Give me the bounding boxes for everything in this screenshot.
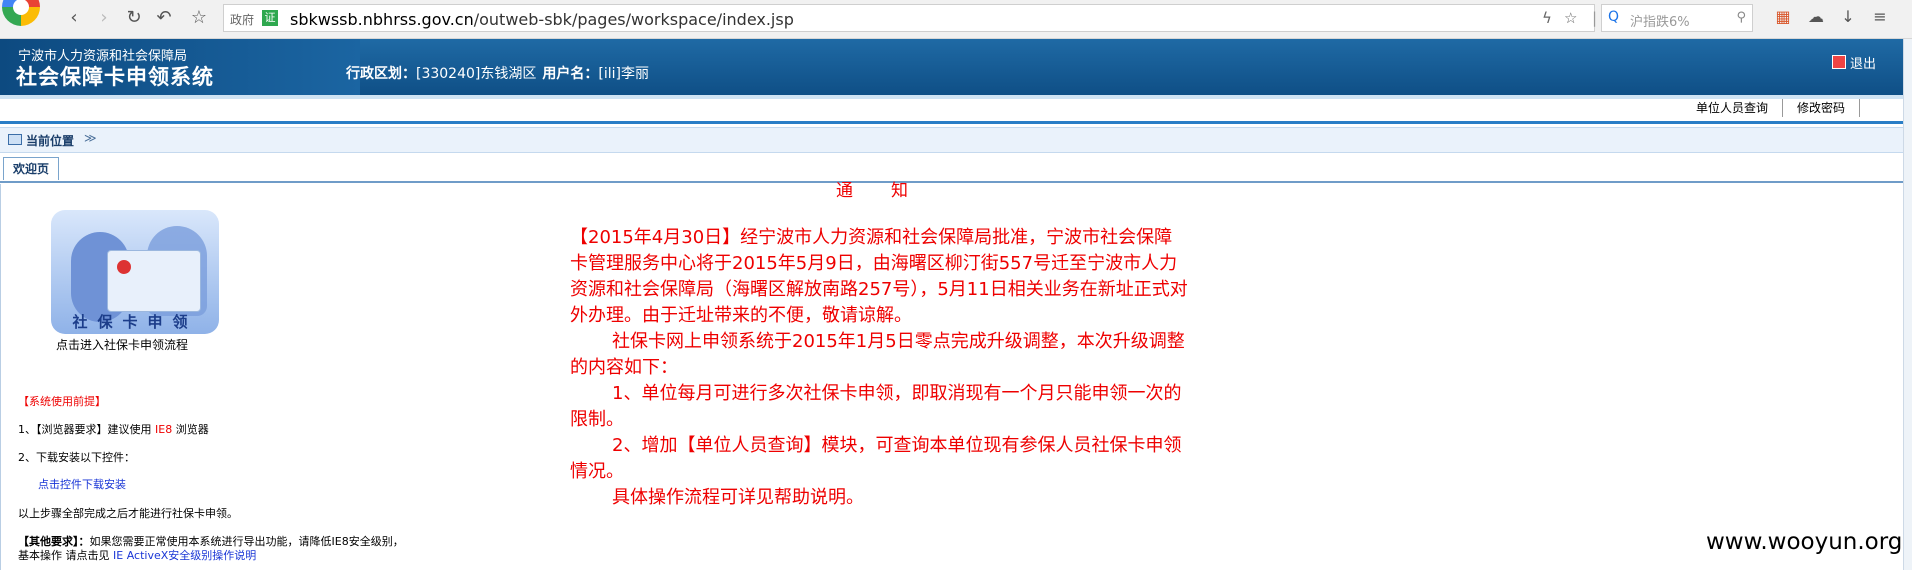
folder-icon <box>8 134 22 145</box>
favorite-star-icon[interactable]: ☆ <box>1564 9 1577 27</box>
lightning-icon[interactable]: ϟ <box>1542 9 1552 27</box>
vertical-scrollbar[interactable] <box>1903 39 1912 570</box>
apps-grid-icon[interactable]: ▦ <box>1773 7 1793 29</box>
undo-icon[interactable]: ↶ <box>152 6 176 30</box>
browser-logo-icon <box>2 0 40 26</box>
ie-activex-link[interactable]: IE ActiveX安全级别操作说明 <box>113 549 256 562</box>
notes-item-download: 2、下载安装以下控件： <box>18 451 135 464</box>
browser-req-text: 1、【浏览器要求】建议使用 <box>18 423 155 436</box>
breadcrumb-label: 当前位置 <box>26 134 75 148</box>
notes-basic-op: 基本操作 请点击见 IE ActiveX安全级别操作说明 <box>18 547 256 563</box>
logout-label: 退出 <box>1850 57 1877 72</box>
star-icon[interactable]: ☆ <box>187 6 211 30</box>
notice-body: 【2015年4月30日】经宁波市人力资源和社会保障局批准，宁波市社会保障卡管理服… <box>570 225 1188 511</box>
search-icon[interactable]: ⚲ <box>1736 10 1746 25</box>
gov-badge: 政府 <box>230 13 255 27</box>
link-separator <box>1860 108 1888 112</box>
download-icon[interactable]: ↓ <box>1838 7 1858 29</box>
notes-done: 以上步骤全部完成之后才能进行社保卡申领。 <box>18 507 238 520</box>
notice-paragraph-4: 2、增加【单位人员查询】模块，可查询本单位现有参保人员社保卡申领情况。 <box>570 435 1182 482</box>
search-box[interactable]: Q 沪指跌6% ⚲ <box>1601 4 1753 32</box>
notice-paragraph-2: 社保卡网上申领系统于2015年1月5日零点完成升级调整，本次升级调整的内容如下： <box>570 331 1185 378</box>
breadcrumb-arrows: ≫ <box>84 131 97 145</box>
region-value: [330240]东钱湖区 <box>416 66 537 82</box>
change-password-link[interactable]: 修改密码 <box>1783 99 1860 117</box>
user-value: [ili]李丽 <box>598 66 649 82</box>
breadcrumb: 当前位置 ≫ <box>0 127 1904 153</box>
notes-item-browser: 1、【浏览器要求】建议使用 IE8 浏览器 <box>18 421 209 437</box>
cert-badge-icon[interactable]: 证 <box>262 10 278 26</box>
forward-icon[interactable]: › <box>92 6 116 30</box>
user-info: 行政区划：[330240]东钱湖区 用户名：[ili]李丽 <box>346 63 649 83</box>
user-label: 用户名： <box>542 66 599 82</box>
search-engine-icon: Q <box>1608 9 1620 25</box>
seal-icon <box>117 260 131 274</box>
region-label: 行政区划： <box>346 66 416 82</box>
logout-button[interactable]: 退出 <box>1832 53 1876 72</box>
url-text[interactable]: sbkwssb.nbhrss.gov.cn/outweb-sbk/pages/w… <box>290 10 794 29</box>
card-apply-link[interactable]: 点击进入社保卡申领流程 <box>56 336 188 353</box>
notice-paragraph-3: 1、单位每月可进行多次社保卡申领，即取消现有一个月只能申领一次的限制。 <box>570 383 1182 430</box>
tab-bar: 欢迎页 <box>0 155 1904 183</box>
back-icon[interactable]: ‹ <box>62 6 86 30</box>
cloud-icon[interactable]: ☁ <box>1806 7 1826 29</box>
nav-divider <box>0 121 1912 124</box>
system-title: 社会保障卡申领系统 <box>16 65 214 89</box>
notice-paragraph-1: 【2015年4月30日】经宁波市人力资源和社会保障局批准，宁波市社会保障卡管理服… <box>570 227 1188 326</box>
card-image-caption: 社保卡申领 <box>72 313 198 331</box>
search-input[interactable]: 沪指跌6% <box>1630 11 1690 30</box>
logout-icon <box>1832 55 1846 69</box>
header-divider <box>0 95 1912 99</box>
browser-toolbar: ‹ › ↻ ↶ ☆ 政府 证 sbkwssb.nbhrss.gov.cn/out… <box>0 0 1912 39</box>
ie8-label: IE8 <box>155 423 173 436</box>
browser-suffix: 浏览器 <box>172 423 209 436</box>
basic-op-text: 基本操作 请点击见 <box>18 549 113 562</box>
app-header: 宁波市人力资源和社会保障局 社会保障卡申领系统 行政区划：[330240]东钱湖… <box>0 39 1912 95</box>
reload-icon[interactable]: ↻ <box>122 6 146 30</box>
url-path: /outweb-sbk/pages/workspace/index.jsp <box>473 10 794 29</box>
notice-title-char-2: 知 <box>891 181 908 201</box>
divider: | <box>1592 9 1598 27</box>
tab-welcome[interactable]: 欢迎页 <box>3 157 59 180</box>
notes-heading: 【系统使用前提】 <box>18 395 106 408</box>
menu-icon[interactable]: ≡ <box>1870 7 1890 29</box>
notice-title: 通知 <box>836 176 946 201</box>
social-card-apply-image[interactable]: 社保卡申领 <box>51 210 219 334</box>
top-links: 单位人员查询 修改密码 <box>1682 99 1888 121</box>
watermark: www.wooyun.org <box>1706 529 1903 555</box>
url-host: sbkwssb.nbhrss.gov.cn <box>290 10 474 29</box>
notice-paragraph-5: 具体操作流程可详见帮助说明。 <box>612 487 864 508</box>
notice-title-char-1: 通 <box>836 181 853 201</box>
staff-query-link[interactable]: 单位人员查询 <box>1682 99 1783 117</box>
address-bar[interactable]: 政府 证 sbkwssb.nbhrss.gov.cn/outweb-sbk/pa… <box>223 4 1612 32</box>
download-control-link[interactable]: 点击控件下载安装 <box>38 476 126 492</box>
